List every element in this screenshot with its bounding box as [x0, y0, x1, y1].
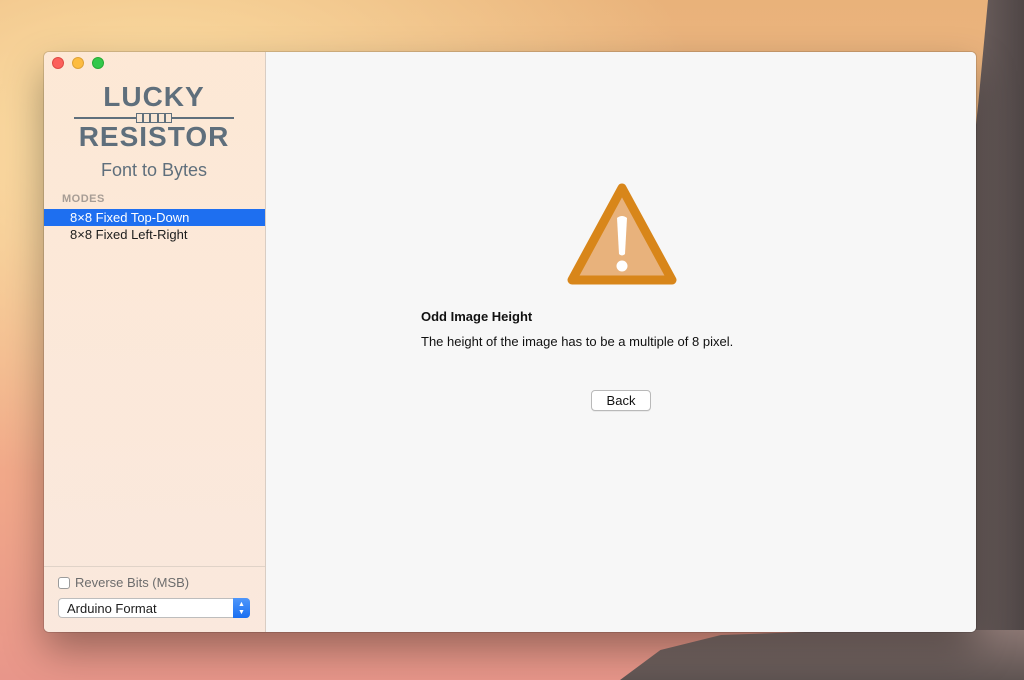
reverse-bits-option[interactable]: Reverse Bits (MSB) — [58, 575, 189, 590]
sidebar: LUCKY RESISTOR Font to Bytes MODES 8×8 F… — [44, 52, 266, 632]
mode-item-left-right[interactable]: 8×8 Fixed Left-Right — [44, 226, 265, 243]
error-title: Odd Image Height — [421, 309, 533, 324]
resistor-icon — [74, 113, 234, 123]
warning-triangle-icon — [567, 183, 677, 285]
reverse-bits-checkbox[interactable] — [58, 576, 70, 589]
window-controls — [52, 57, 104, 69]
logo-line-2: RESISTOR — [78, 121, 230, 152]
desktop-background: LUCKY RESISTOR Font to Bytes MODES 8×8 F… — [0, 0, 1024, 680]
reverse-bits-label: Reverse Bits (MSB) — [75, 575, 190, 590]
select-arrows-icon: ▲ ▼ — [233, 598, 250, 618]
app-logo: LUCKY RESISTOR Font to Bytes — [74, 82, 234, 182]
format-select-value: Arduino Format — [67, 601, 157, 616]
mode-list: 8×8 Fixed Top-Down 8×8 Fixed Left-Right — [44, 209, 265, 243]
format-select[interactable]: Arduino Format ▲ ▼ — [58, 598, 250, 618]
logo-line-1: LUCKY — [103, 81, 205, 112]
app-window: LUCKY RESISTOR Font to Bytes MODES 8×8 F… — [44, 52, 976, 632]
zoom-button[interactable] — [92, 57, 104, 69]
wallpaper-rocks — [620, 630, 1024, 680]
close-button[interactable] — [52, 57, 64, 69]
error-message: The height of the image has to be a mult… — [421, 334, 734, 349]
minimize-button[interactable] — [72, 57, 84, 69]
modes-section-header: MODES — [62, 193, 105, 205]
sidebar-footer: Reverse Bits (MSB) Arduino Format ▲ ▼ — [44, 566, 265, 632]
mode-item-top-down[interactable]: 8×8 Fixed Top-Down — [44, 209, 265, 226]
back-button[interactable]: Back — [591, 390, 651, 411]
logo-subtitle: Font to Bytes — [100, 160, 208, 180]
main-content: Odd Image Height The height of the image… — [266, 52, 976, 632]
